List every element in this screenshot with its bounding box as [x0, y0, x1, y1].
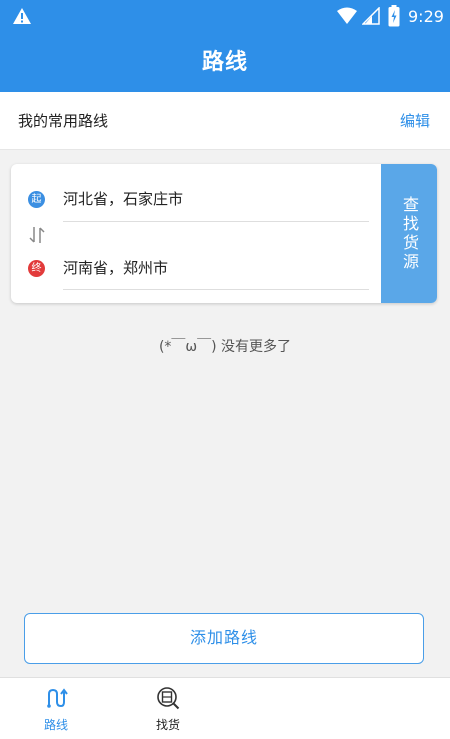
- tab-routes-label: 路线: [43, 718, 68, 732]
- routes-header-label: 我的常用路线: [18, 112, 109, 130]
- end-badge-icon: 终: [28, 260, 45, 277]
- route-card[interactable]: 起 河北省，石家庄市 终 河南省，郑州市 查找货源: [11, 164, 437, 303]
- tab-routes[interactable]: 路线: [16, 678, 96, 739]
- start-badge-icon: 起: [28, 191, 45, 208]
- divider: [63, 221, 369, 222]
- status-bar: 9:29: [0, 0, 450, 34]
- route-from-row: 起 河北省，石家庄市: [11, 170, 381, 228]
- find-goods-button[interactable]: 查找货源: [381, 164, 437, 303]
- tab-find-goods[interactable]: 找货: [128, 678, 208, 739]
- battery-icon: [388, 5, 400, 27]
- empty-message: (*￣ω￣) 没有更多了: [158, 339, 292, 355]
- tab-find-goods-label: 找货: [155, 718, 180, 732]
- route-from: 河北省，石家庄市: [63, 190, 184, 208]
- add-route-button[interactable]: 添加路线: [24, 613, 424, 664]
- edit-button[interactable]: 编辑: [400, 92, 430, 150]
- app-bar: 路线: [0, 34, 450, 92]
- page-title: 路线: [201, 50, 248, 75]
- status-time: 9:29: [408, 7, 444, 26]
- warning-icon: [13, 8, 31, 24]
- wifi-icon: [337, 7, 357, 24]
- route-icon: [47, 688, 68, 708]
- divider: [63, 289, 369, 290]
- routes-header: 我的常用路线 编辑: [0, 92, 450, 150]
- find-goods-icon: [157, 687, 180, 710]
- tab-bar: 路线 找货: [0, 677, 450, 739]
- find-goods-button-label: 查找货源: [400, 195, 419, 272]
- signal-icon: [362, 7, 380, 25]
